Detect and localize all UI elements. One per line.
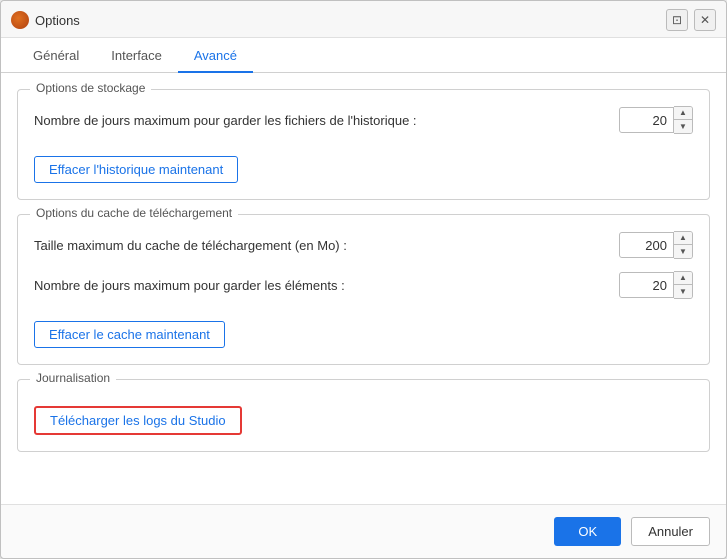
restore-button[interactable]: ⊡	[666, 9, 688, 31]
cache-size-label: Taille maximum du cache de téléchargemen…	[34, 238, 619, 253]
clear-history-button[interactable]: Effacer l'historique maintenant	[34, 156, 238, 183]
download-logs-button[interactable]: Télécharger les logs du Studio	[34, 406, 242, 435]
cache-legend: Options du cache de téléchargement	[30, 206, 238, 220]
titlebar-left: Options	[11, 11, 80, 29]
window-title: Options	[35, 13, 80, 28]
cache-days-input[interactable]	[619, 272, 674, 298]
clear-cache-button[interactable]: Effacer le cache maintenant	[34, 321, 225, 348]
cache-days-row: Nombre de jours maximum pour garder les …	[34, 271, 693, 299]
history-decrement-button[interactable]: ▼	[674, 120, 692, 133]
logging-section: Journalisation Télécharger les logs du S…	[17, 379, 710, 452]
cancel-button[interactable]: Annuler	[631, 517, 710, 546]
tab-general[interactable]: Général	[17, 38, 95, 73]
storage-section: Options de stockage Nombre de jours maxi…	[17, 89, 710, 200]
history-value-input[interactable]	[619, 107, 674, 133]
history-spinner-buttons: ▲ ▼	[674, 106, 693, 134]
cache-size-row: Taille maximum du cache de téléchargemen…	[34, 231, 693, 259]
history-increment-button[interactable]: ▲	[674, 107, 692, 120]
options-window: Options ⊡ ✕ Général Interface Avancé Opt…	[0, 0, 727, 559]
ok-button[interactable]: OK	[554, 517, 621, 546]
storage-legend: Options de stockage	[30, 81, 151, 95]
cache-section: Options du cache de téléchargement Taill…	[17, 214, 710, 365]
history-row: Nombre de jours maximum pour garder les …	[34, 106, 693, 134]
cache-days-increment-button[interactable]: ▲	[674, 272, 692, 285]
cache-days-spinner: ▲ ▼	[619, 271, 693, 299]
content-area: Options de stockage Nombre de jours maxi…	[1, 73, 726, 504]
cache-days-decrement-button[interactable]: ▼	[674, 285, 692, 298]
titlebar-controls: ⊡ ✕	[666, 9, 716, 31]
cache-size-increment-button[interactable]: ▲	[674, 232, 692, 245]
close-button[interactable]: ✕	[694, 9, 716, 31]
cache-size-input[interactable]	[619, 232, 674, 258]
cache-days-label: Nombre de jours maximum pour garder les …	[34, 278, 619, 293]
cache-size-spinner-buttons: ▲ ▼	[674, 231, 693, 259]
app-icon	[11, 11, 29, 29]
footer: OK Annuler	[1, 504, 726, 558]
history-label: Nombre de jours maximum pour garder les …	[34, 113, 619, 128]
history-spinner: ▲ ▼	[619, 106, 693, 134]
tab-bar: Général Interface Avancé	[1, 38, 726, 73]
cache-size-decrement-button[interactable]: ▼	[674, 245, 692, 258]
cache-days-spinner-buttons: ▲ ▼	[674, 271, 693, 299]
logging-legend: Journalisation	[30, 371, 116, 385]
tab-advanced[interactable]: Avancé	[178, 38, 253, 73]
titlebar: Options ⊡ ✕	[1, 1, 726, 38]
cache-size-spinner: ▲ ▼	[619, 231, 693, 259]
tab-interface[interactable]: Interface	[95, 38, 178, 73]
